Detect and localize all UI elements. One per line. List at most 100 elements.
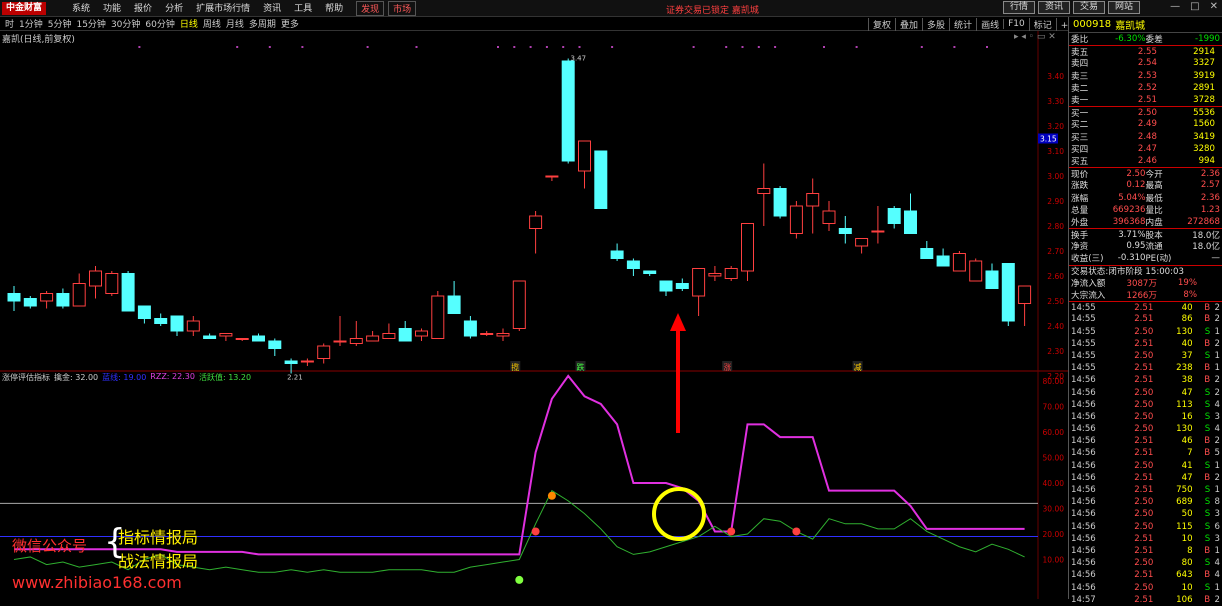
tick-row: 14:56 2.50 47 S 2 bbox=[1069, 386, 1222, 398]
stat2-row-cell: PE(动) bbox=[1145, 254, 1172, 265]
tool-4[interactable]: 画线 bbox=[976, 17, 1003, 31]
stat2-row-cell: 收益(三) bbox=[1071, 254, 1104, 265]
period-2[interactable]: 5分钟 bbox=[48, 17, 72, 30]
buy-level-cell: 2.50 bbox=[1137, 107, 1157, 118]
tool-2[interactable]: 多股 bbox=[922, 17, 949, 31]
tick-cell: 2.51 bbox=[1134, 545, 1154, 556]
top-button-1[interactable]: 资讯 bbox=[1037, 1, 1070, 14]
menu-hl-1[interactable]: 市场 bbox=[388, 0, 417, 16]
tick-cell: S bbox=[1204, 582, 1211, 593]
tool-1[interactable]: 叠加 bbox=[895, 17, 922, 31]
kline-chart[interactable]: 3.40 3.30 3.20 3.10 3.00 2.90 2.80 2.70 2.60 2.50… bbox=[0, 31, 1068, 599]
tick-row: 14:56 2.51 47 B 2 bbox=[1069, 472, 1222, 484]
tick-row: 14:55 2.51 40 B 2 bbox=[1069, 301, 1222, 313]
tick-cell: B bbox=[1204, 302, 1211, 313]
tick-cell: 5 bbox=[1214, 448, 1220, 459]
order-ratio-cell: -6.30% bbox=[1115, 34, 1146, 45]
stat2-row-cell: 换手 bbox=[1071, 230, 1089, 241]
tick-cell: 14:55 bbox=[1071, 302, 1096, 313]
candle-body bbox=[415, 330, 428, 337]
tick-cell: 2.51 bbox=[1134, 472, 1154, 483]
menu-item-4[interactable]: 扩展市场行情 bbox=[196, 1, 250, 16]
stat2-row: 净资 0.95 流通 18.0亿 bbox=[1069, 240, 1222, 252]
tick-row: 14:57 2.51 106 B 2 bbox=[1069, 594, 1222, 606]
period-9[interactable]: 多周期 bbox=[249, 17, 276, 30]
minimize-icon[interactable]: — bbox=[1170, 1, 1180, 12]
chart-controls[interactable]: ▸ ◂ ◦ ▭ ✕ bbox=[1014, 32, 1056, 42]
top-button-3[interactable]: 网站 bbox=[1107, 1, 1140, 14]
buy-level: 买五 2.46 994 bbox=[1069, 155, 1222, 167]
tick-cell: B bbox=[1204, 448, 1211, 459]
tick-cell: 14:56 bbox=[1071, 497, 1096, 508]
candle-body bbox=[855, 238, 869, 247]
candle-body bbox=[708, 273, 722, 277]
candle-body bbox=[154, 318, 168, 324]
top-dot bbox=[268, 46, 271, 48]
tool-0[interactable]: 复权 bbox=[868, 17, 895, 31]
period-6[interactable]: 日线 bbox=[180, 17, 198, 30]
tool-5[interactable]: F10 bbox=[1003, 19, 1029, 29]
top-dot bbox=[513, 46, 516, 48]
tick-cell: 3 bbox=[1214, 411, 1220, 422]
menu-item-1[interactable]: 功能 bbox=[103, 1, 121, 16]
stat-row-cell: 0.12 bbox=[1126, 180, 1146, 191]
tool-3[interactable]: 统计 bbox=[949, 17, 976, 31]
period-4[interactable]: 30分钟 bbox=[111, 17, 140, 30]
candle-body bbox=[773, 188, 787, 217]
top-dot bbox=[741, 46, 744, 48]
buy-level-cell: 买四 bbox=[1071, 144, 1089, 155]
candle-body bbox=[480, 333, 494, 335]
close-icon[interactable]: ✕ bbox=[1210, 1, 1218, 12]
tick-cell: 2.51 bbox=[1134, 302, 1154, 313]
top-dot bbox=[138, 46, 141, 48]
flow-row-cell: 1266万 bbox=[1126, 291, 1157, 302]
lock-status: 证券交易已锁定 嘉凯城 bbox=[666, 6, 759, 16]
tick-row: 14:56 2.51 8 B 1 bbox=[1069, 545, 1222, 557]
menu-item-5[interactable]: 资讯 bbox=[263, 1, 281, 16]
period-1[interactable]: 1分钟 bbox=[19, 17, 43, 30]
tick-cell: 14:56 bbox=[1071, 399, 1096, 410]
menu-item-0[interactable]: 系统 bbox=[72, 1, 90, 16]
top-button-2[interactable]: 交易 bbox=[1072, 1, 1105, 14]
period-5[interactable]: 60分钟 bbox=[145, 17, 174, 30]
sell-level-cell: 2.52 bbox=[1137, 82, 1157, 93]
tick-row: 14:55 2.50 37 S 1 bbox=[1069, 350, 1222, 362]
indicator-title: 涨停评估指标 擒金: 32.00 蓝线: 19.00 RZZ: 22.30 活跃值: 1… bbox=[2, 372, 255, 383]
menu-item-6[interactable]: 工具 bbox=[294, 1, 312, 16]
period-10[interactable]: 更多 bbox=[281, 17, 299, 30]
stat2-row-cell: 净资 bbox=[1071, 242, 1089, 253]
menu-item-7[interactable]: 帮助 bbox=[325, 1, 343, 16]
tick-cell: 41 bbox=[1181, 460, 1193, 471]
buy-level: 买四 2.47 3280 bbox=[1069, 143, 1222, 155]
period-3[interactable]: 15分钟 bbox=[76, 17, 105, 30]
tick-cell: 14:56 bbox=[1071, 436, 1096, 447]
candle-body bbox=[594, 150, 608, 209]
tick-cell: 14:56 bbox=[1071, 485, 1096, 496]
signal-label: 揽 bbox=[511, 362, 519, 372]
period-7[interactable]: 周线 bbox=[203, 17, 221, 30]
maximize-icon[interactable]: □ bbox=[1190, 1, 1199, 12]
tick-cell: S bbox=[1204, 533, 1211, 544]
sell-level-cell: 2.55 bbox=[1137, 46, 1157, 57]
menu-hl-0[interactable]: 发现 bbox=[356, 0, 385, 16]
tick-cell: 1 bbox=[1214, 363, 1220, 374]
tick-cell: B bbox=[1204, 363, 1211, 374]
top-button-0[interactable]: 行情 bbox=[1002, 1, 1035, 14]
period-0[interactable]: 时 bbox=[5, 17, 14, 30]
menu-item-3[interactable]: 分析 bbox=[165, 1, 183, 16]
tick-cell: 1 bbox=[1214, 582, 1220, 593]
signal-label: 跌 bbox=[577, 362, 585, 372]
tick-cell: 37 bbox=[1181, 350, 1193, 361]
top-dot bbox=[757, 46, 760, 48]
indicator-value-2: RZZ: 22.30 bbox=[150, 372, 195, 381]
tick-cell: S bbox=[1204, 424, 1211, 435]
sell-level: 卖四 2.54 3327 bbox=[1069, 57, 1222, 69]
tool-6[interactable]: 标记 bbox=[1028, 17, 1056, 31]
tick-cell: 2 bbox=[1214, 472, 1220, 483]
candle-body bbox=[626, 260, 640, 269]
candle-body bbox=[235, 338, 249, 340]
price-tick: 3.20 bbox=[1047, 122, 1064, 131]
tick-row: 14:56 2.50 80 S 4 bbox=[1069, 557, 1222, 569]
menu-item-2[interactable]: 报价 bbox=[134, 1, 152, 16]
period-8[interactable]: 月线 bbox=[226, 17, 244, 30]
